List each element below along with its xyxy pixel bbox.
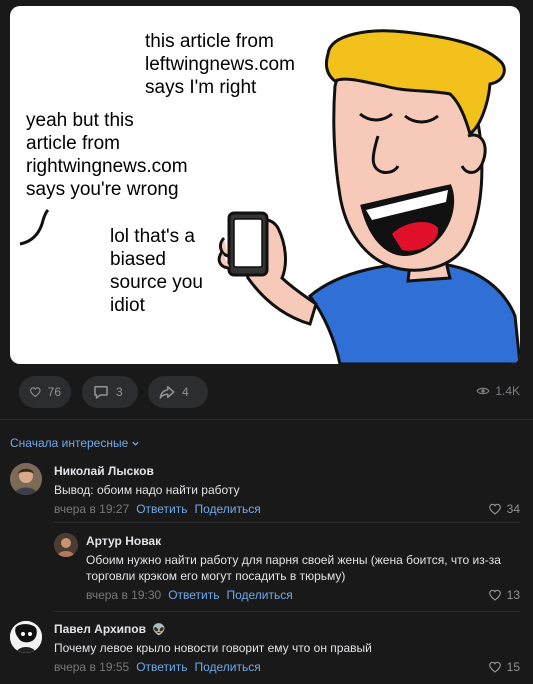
comment-like-count: 13 (506, 588, 520, 602)
views-counter: 1.4K (476, 384, 520, 398)
speech-line: source you (110, 272, 203, 293)
reply-link[interactable]: Ответить (168, 588, 219, 602)
heart-icon (488, 589, 501, 601)
avatar[interactable] (54, 533, 78, 557)
comment-like-count: 34 (506, 502, 520, 516)
post-image[interactable]: this article from leftwingnews.com says … (10, 6, 520, 364)
author-name: Артур Новак (86, 534, 162, 548)
comment-divider (54, 522, 520, 523)
comment-like-count: 15 (506, 660, 520, 674)
like-count: 76 (47, 385, 61, 399)
comment-text: Вывод: обоим надо найти работу (54, 483, 240, 497)
speech-line: rightwingnews.com (26, 156, 188, 177)
speech-line: idiot (110, 295, 145, 316)
comment-item: Артур Новак Обоим нужно найти работу для… (0, 528, 533, 608)
share-link[interactable]: Поделиться (194, 660, 260, 674)
comment-author[interactable]: Артур Новак (86, 534, 161, 548)
comment-text: Обоим нужно найти работу для парня своей… (86, 553, 501, 583)
heart-icon (488, 661, 501, 673)
comment-time[interactable]: вчера в 19:27 (54, 502, 129, 516)
heart-icon (30, 387, 41, 398)
reply-link[interactable]: Ответить (136, 502, 187, 516)
comment-time[interactable]: вчера в 19:55 (54, 660, 129, 674)
speech-line: yeah but this (26, 110, 134, 131)
speech-line: this article from (145, 31, 274, 52)
share-link[interactable]: Поделиться (194, 502, 260, 516)
comment-item: Павел Архипов 👽 Почему левое крыло новос… (0, 616, 533, 682)
speech-line: says I'm right (145, 77, 257, 98)
comment-button[interactable]: 3 (82, 376, 138, 408)
speech-bubble-2: yeah but this article from rightwingnews… (26, 109, 188, 201)
comments-sort-dropdown[interactable]: Сначала интересные (10, 436, 140, 450)
eye-icon (476, 387, 490, 395)
comment-item: Николай Лысков Вывод: обоим надо найти р… (0, 458, 533, 524)
share-icon (159, 386, 175, 399)
speech-bubble-1: this article from leftwingnews.com says … (145, 30, 295, 99)
like-button[interactable]: 76 (19, 376, 71, 408)
views-count: 1.4K (495, 384, 520, 398)
comment-like-button[interactable]: 15 (488, 660, 520, 674)
avatar[interactable] (10, 621, 42, 653)
avatar[interactable] (10, 463, 42, 495)
comment-meta: вчера в 19:30 Ответить Поделиться (86, 588, 293, 602)
speech-line: lol that's a (110, 226, 195, 247)
speech-bubble-3: lol that's a biased source you idiot (110, 225, 203, 317)
share-count: 4 (182, 385, 189, 399)
comment-like-button[interactable]: 13 (488, 588, 520, 602)
sort-label: Сначала интересные (10, 436, 129, 450)
author-name: Павел Архипов (54, 622, 146, 636)
share-link[interactable]: Поделиться (226, 588, 292, 602)
alien-emoji-icon: 👽 (152, 623, 166, 636)
comment-like-button[interactable]: 34 (488, 502, 520, 516)
post-actions-bar: 76 3 4 1.4K (0, 372, 533, 410)
speech-line: biased (110, 249, 166, 270)
comment-author[interactable]: Николай Лысков (54, 464, 154, 478)
heart-icon (488, 503, 501, 515)
speech-line: leftwingnews.com (145, 54, 295, 75)
comment-time[interactable]: вчера в 19:30 (86, 588, 161, 602)
share-button[interactable]: 4 (148, 376, 208, 408)
comment-count: 3 (116, 385, 123, 399)
comment-text: Почему левое крыло новости говорит ему ч… (54, 641, 372, 655)
speech-line: article from (26, 133, 120, 154)
comment-icon (94, 386, 108, 399)
reply-link[interactable]: Ответить (136, 660, 187, 674)
comment-meta: вчера в 19:27 Ответить Поделиться (54, 502, 261, 516)
comment-meta: вчера в 19:55 Ответить Поделиться (54, 660, 261, 674)
author-name: Николай Лысков (54, 464, 154, 478)
divider (0, 419, 533, 420)
chevron-down-icon (132, 441, 139, 446)
comment-divider (54, 611, 520, 612)
speech-line: says you're wrong (26, 179, 179, 200)
comment-author[interactable]: Павел Архипов 👽 (54, 622, 166, 636)
